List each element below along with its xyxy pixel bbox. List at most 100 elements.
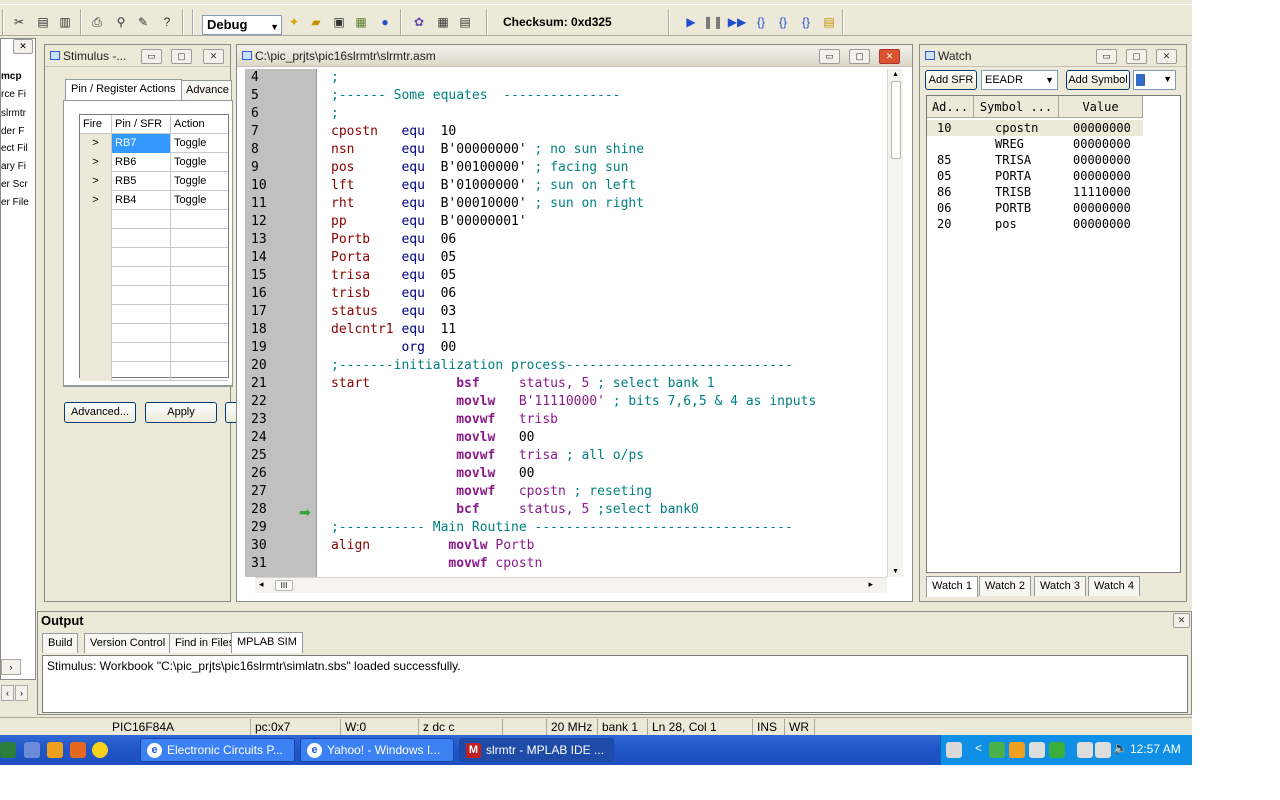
column-header-value[interactable]: Value (1059, 96, 1143, 118)
memory-icon[interactable]: ▤ (456, 13, 474, 31)
code-line[interactable]: ;-------initialization process----------… (331, 357, 793, 375)
show-desktop-icon[interactable] (24, 742, 40, 758)
pin-cell[interactable]: RB7 (112, 134, 171, 153)
code-line[interactable]: bcf status, 5 ;select bank0 (331, 501, 699, 519)
pin-cell[interactable] (112, 305, 171, 324)
column-header-address[interactable]: Ad... (927, 96, 974, 118)
table-row[interactable] (80, 324, 228, 343)
task-electronic-circuits[interactable]: e Electronic Circuits P... (140, 738, 295, 762)
pin-cell[interactable] (112, 286, 171, 305)
watch-row[interactable]: 05 PORTA 00000000 (927, 168, 1143, 184)
code-line[interactable]: lft equ B'01000000' ; sun on left (331, 177, 636, 195)
pin-cell[interactable] (112, 248, 171, 267)
close-icon[interactable]: ✕ (879, 49, 900, 64)
tab-pin-register-actions[interactable]: Pin / Register Actions (65, 79, 182, 100)
code-line[interactable]: trisa equ 05 (331, 267, 456, 285)
code-area[interactable]: 4; 5 ;------ Some equates --------------- 6… (245, 69, 885, 577)
watch-row[interactable]: 10 cpostn 00000000 (927, 120, 1143, 136)
run-icon[interactable]: ▶ (682, 13, 700, 31)
tab-watch-4[interactable]: Watch 4 (1088, 576, 1140, 596)
save-icon[interactable]: ▣ (330, 13, 348, 31)
scroll-right-icon[interactable]: ▸ (868, 579, 873, 590)
scroll-right-icon[interactable]: › (1, 659, 21, 675)
code-line[interactable]: ; (331, 105, 339, 123)
maximize-icon[interactable]: ▢ (1126, 49, 1147, 64)
messenger-icon[interactable] (70, 742, 86, 758)
code-line[interactable]: align movlw Portb (331, 537, 535, 555)
tray-app-icon[interactable] (1095, 742, 1111, 758)
fire-cell[interactable] (80, 267, 112, 286)
pin-cell[interactable]: RB4 (112, 191, 171, 210)
project-item[interactable]: mcp (1, 71, 22, 82)
close-icon[interactable]: ✕ (1156, 49, 1177, 64)
watch-row[interactable]: 20 pos 00000000 (927, 216, 1143, 232)
fire-cell[interactable] (80, 286, 112, 305)
copy-icon[interactable]: ▤ (34, 13, 52, 31)
editor-titlebar[interactable]: C:\pic_prjts\pic16slrmtr\slrmtr.asm (237, 45, 912, 67)
fire-cell[interactable] (80, 210, 112, 229)
pin-cell[interactable] (112, 362, 171, 381)
task-yahoo[interactable]: e Yahoo! - Windows I... (300, 738, 454, 762)
project-item[interactable]: der F (1, 126, 24, 137)
table-row[interactable] (80, 362, 228, 381)
scroll-left-icon[interactable]: ◂ (259, 579, 264, 590)
code-line[interactable]: movwf trisa ; all o/ps (331, 447, 644, 465)
add-sfr-button[interactable]: Add SFR (925, 70, 977, 90)
open-project-icon[interactable]: ▰ (307, 13, 325, 31)
smiley-icon[interactable] (92, 742, 108, 758)
tab-watch-1[interactable]: Watch 1 (926, 576, 978, 597)
tray-app-icon[interactable] (1077, 742, 1093, 758)
fire-cell[interactable] (80, 248, 112, 267)
watch-row[interactable]: 06 PORTB 00000000 (927, 200, 1143, 216)
code-line[interactable]: pp equ B'00000001' (331, 213, 527, 231)
fire-cell[interactable] (80, 343, 112, 362)
animate-icon[interactable]: ▶▶ (728, 13, 746, 31)
keyboard-icon[interactable] (946, 742, 962, 758)
tab-mplab-sim[interactable]: MPLAB SIM (231, 632, 303, 653)
scrollbar-thumb[interactable]: III (275, 580, 293, 591)
tab-build[interactable]: Build (42, 633, 79, 653)
step-into-icon[interactable]: {} (752, 13, 770, 31)
action-cell[interactable]: Toggle (171, 172, 230, 191)
action-cell[interactable] (171, 267, 230, 286)
watch-row[interactable]: WREG 00000000 (927, 136, 1143, 152)
pin-cell[interactable] (112, 267, 171, 286)
tray-app-icon[interactable] (989, 742, 1005, 758)
action-cell[interactable]: Toggle (171, 134, 230, 153)
table-row[interactable] (80, 343, 228, 362)
table-row[interactable]: > RB6 Toggle (80, 153, 228, 172)
action-cell[interactable] (171, 248, 230, 267)
help-icon[interactable]: ? (158, 13, 176, 31)
fire-cell[interactable]: > (80, 134, 112, 153)
fire-cell[interactable] (80, 362, 112, 381)
cut-icon[interactable]: ✂ (10, 13, 28, 31)
code-line[interactable]: trisb equ 06 (331, 285, 456, 303)
tab-version-control[interactable]: Version Control (84, 633, 172, 653)
fire-cell[interactable]: > (80, 172, 112, 191)
program-icon[interactable]: ✿ (410, 13, 428, 31)
symbol-select[interactable]: ▼ (1133, 70, 1176, 90)
advanced-button[interactable]: Advanced... (64, 402, 136, 423)
sfr-select[interactable]: EEADR ▼ (981, 70, 1058, 90)
close-icon[interactable]: ✕ (1173, 613, 1190, 628)
column-header-symbol[interactable]: Symbol ... (974, 96, 1059, 118)
tray-app-icon[interactable] (1029, 742, 1045, 758)
task-mplab-ide[interactable]: M slrmtr - MPLAB IDE ... (459, 738, 614, 762)
add-symbol-button[interactable]: Add Symbol (1066, 70, 1130, 90)
code-line[interactable]: movlw B'11110000' ; bits 7,6,5 & 4 as in… (331, 393, 816, 411)
action-cell[interactable] (171, 305, 230, 324)
pin-cell[interactable] (112, 343, 171, 362)
pin-cell[interactable] (112, 210, 171, 229)
tab-watch-2[interactable]: Watch 2 (979, 576, 1031, 596)
scrollbar-thumb[interactable] (891, 81, 901, 159)
minimize-icon[interactable]: ▭ (1096, 49, 1117, 64)
action-cell[interactable] (171, 210, 230, 229)
scroll-right-icon[interactable]: › (15, 685, 28, 701)
pin-cell[interactable]: RB5 (112, 172, 171, 191)
code-line[interactable]: Porta equ 05 (331, 249, 456, 267)
code-line[interactable]: ;------ Some equates --------------- (331, 87, 621, 105)
action-cell[interactable] (171, 343, 230, 362)
code-line[interactable]: Portb equ 06 (331, 231, 456, 249)
table-row[interactable]: > RB7 Toggle (80, 134, 228, 153)
chevron-left-icon[interactable]: < (975, 741, 982, 755)
